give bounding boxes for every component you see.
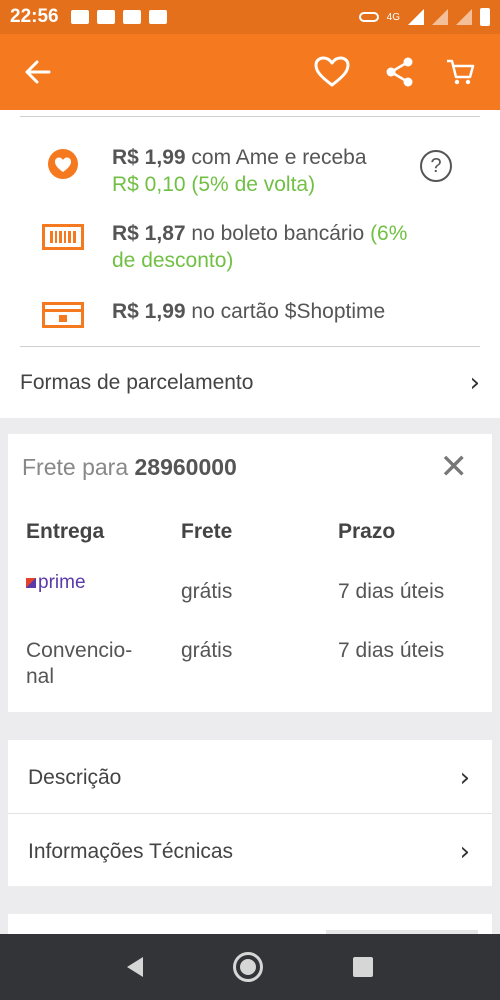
divider: [8, 813, 492, 814]
system-nav-bar: [0, 934, 500, 1000]
chevron-right-icon: ›: [469, 368, 480, 398]
help-icon[interactable]: ?: [420, 150, 452, 182]
app-notification-icon: [148, 10, 167, 24]
boleto-discount-open: (6%: [370, 222, 408, 245]
product-info-links: Descrição › Informações Técnicas ›: [8, 740, 492, 886]
boleto-text: no boleto bancário: [191, 222, 365, 245]
prime-logo: prime: [26, 572, 181, 594]
technical-info-link[interactable]: Informações Técnicas ›: [8, 816, 492, 888]
divider: [20, 346, 480, 347]
installments-label: Formas de parcelamento: [20, 371, 254, 394]
back-arrow-icon: [25, 60, 51, 84]
shipping-table: Entrega Frete Prazo prime grátis 7 dias …: [26, 520, 486, 690]
youtube-notification-icon: [96, 10, 115, 24]
notification-icons: [70, 10, 167, 24]
card-price: R$ 1,99: [112, 300, 186, 323]
divider: [20, 116, 480, 117]
nav-back-icon[interactable]: [127, 957, 143, 977]
technical-info-label: Informações Técnicas: [28, 840, 234, 863]
card-payment-row: R$ 1,99 no cartão $Shoptime: [40, 298, 460, 328]
delivery-value: Convencio- nal: [26, 639, 133, 688]
chevron-right-icon: ›: [459, 763, 470, 793]
back-button[interactable]: [18, 52, 58, 92]
ame-price: R$ 1,99: [112, 146, 186, 169]
deadline-value: 7 dias úteis: [338, 639, 445, 662]
shipping-title: Frete para 28960000: [22, 454, 237, 481]
ame-icon: [40, 144, 86, 198]
ame-text: com Ame e receba: [191, 146, 367, 169]
network-type: 4G: [386, 11, 400, 23]
ame-cashback: R$ 0,10 (5% de volta): [112, 173, 316, 196]
status-right-icons: 4G: [358, 8, 490, 26]
favorite-button[interactable]: [312, 52, 352, 92]
signal-icon-2: [456, 9, 472, 25]
freight-value: grátis: [181, 580, 233, 603]
table-row: prime grátis 7 dias úteis: [26, 564, 486, 622]
heart-icon: [314, 56, 350, 87]
boleto-price: R$ 1,87: [112, 222, 186, 245]
status-bar: 22:56 4G: [0, 0, 500, 34]
app-bar: [0, 34, 500, 110]
shipping-card: Frete para 28960000 ✕ Entrega Frete Praz…: [8, 434, 492, 712]
prime-mark-icon: [26, 578, 36, 588]
shipping-title-prefix: Frete para: [22, 454, 129, 480]
image-notification-icon: [70, 10, 89, 24]
wifi-icon: [408, 9, 424, 25]
payment-options: R$ 1,99 com Ame e receba R$ 0,10 (5% de …: [0, 110, 500, 418]
cart-button[interactable]: [440, 52, 480, 92]
ame-payment-row: R$ 1,99 com Ame e receba R$ 0,10 (5% de …: [40, 144, 460, 198]
header-delivery: Entrega: [26, 520, 105, 543]
installments-row[interactable]: Formas de parcelamento ›: [20, 358, 480, 408]
boleto-payment-row: R$ 1,87 no boleto bancário (6% de descon…: [40, 220, 460, 274]
close-icon[interactable]: ✕: [440, 450, 469, 484]
cart-icon: [447, 59, 475, 85]
nav-home-icon[interactable]: [233, 952, 263, 982]
status-time: 22:56: [10, 6, 59, 27]
shipping-table-header: Entrega Frete Prazo: [26, 520, 486, 564]
vpn-key-icon: [358, 12, 379, 22]
deadline-value: 7 dias úteis: [338, 580, 445, 603]
card-text: no cartão $Shoptime: [191, 300, 386, 323]
header-freight: Frete: [181, 520, 233, 543]
description-label: Descrição: [28, 766, 122, 789]
share-icon: [386, 57, 413, 87]
signal-icon: [432, 9, 448, 25]
credit-card-icon: [40, 298, 86, 328]
chevron-right-icon: ›: [459, 837, 470, 867]
nav-recents-icon[interactable]: [353, 957, 373, 977]
barcode-icon: [40, 220, 86, 274]
freight-value: grátis: [181, 639, 233, 662]
youtube-notification-icon-2: [122, 10, 141, 24]
description-link[interactable]: Descrição ›: [8, 742, 492, 814]
shipping-cep: 28960000: [134, 454, 237, 480]
table-row: Convencio- nal grátis 7 dias úteis: [26, 622, 486, 690]
boleto-discount-close: de desconto): [112, 249, 234, 272]
battery-icon: [480, 8, 490, 26]
share-button[interactable]: [380, 52, 420, 92]
header-deadline: Prazo: [338, 520, 396, 543]
